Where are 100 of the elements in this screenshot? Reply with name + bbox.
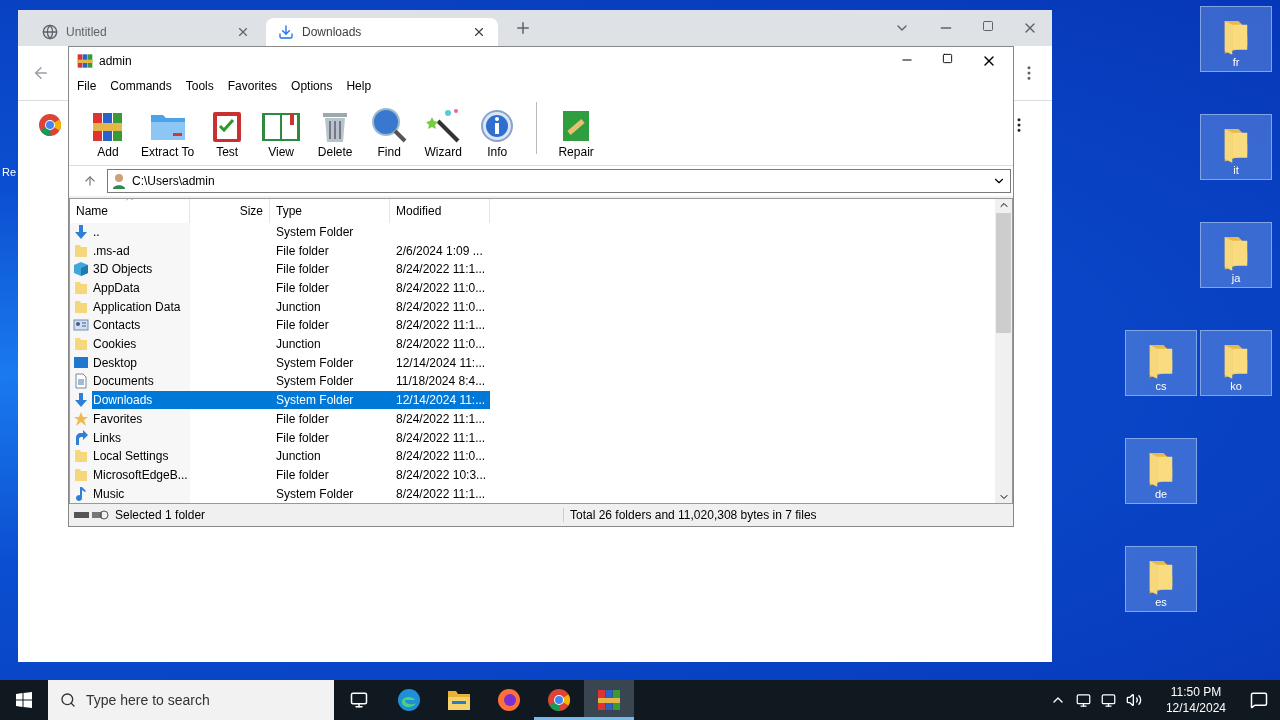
- table-cell-text: 8/24/2022 11:0...: [395, 336, 487, 354]
- menu-item[interactable]: Help: [346, 79, 372, 93]
- table-cell-text: 11/18/2024 8:4...: [395, 373, 487, 391]
- desktop-folder[interactable]: de: [1125, 438, 1197, 504]
- browser-tab[interactable]: Untitled: [30, 18, 262, 46]
- address-field[interactable]: C:\Users\admin: [107, 169, 1011, 193]
- file-row[interactable]: Favorites File folder 8/24/2022 11:1...: [92, 409, 490, 429]
- column-header[interactable]: Type: [270, 199, 390, 223]
- file-row[interactable]: Desktop System Folder 12/14/2024 11:...: [92, 353, 490, 373]
- menu-item[interactable]: Tools: [185, 79, 214, 93]
- toolbar-button[interactable]: Wizard: [420, 107, 467, 159]
- file-row[interactable]: Contacts File folder 8/24/2022 11:1...: [92, 316, 490, 335]
- desktop-folder[interactable]: cs: [1125, 330, 1197, 396]
- column-header[interactable]: Modified: [390, 199, 490, 223]
- folder-icon: [73, 336, 89, 353]
- toolbar-button[interactable]: Find: [366, 107, 413, 159]
- desktop-folder[interactable]: fr: [1200, 6, 1272, 72]
- table-cell-text: 2/6/2024 1:09 ...: [395, 242, 484, 260]
- table-cell-text: Junction: [275, 298, 322, 316]
- table-cell: Desktop: [92, 353, 190, 373]
- file-row[interactable]: .ms-ad File folder 2/6/2024 1:09 ...: [92, 241, 490, 260]
- star-icon: [73, 410, 89, 427]
- desktop-folder[interactable]: it: [1200, 114, 1272, 180]
- windows-logo-icon: [16, 692, 32, 708]
- table-cell-text: 8/24/2022 11:1...: [395, 317, 487, 335]
- column-header[interactable]: Size: [190, 199, 270, 223]
- file-row[interactable]: Cookies Junction 8/24/2022 11:0...: [92, 334, 490, 354]
- table-cell-text: 12/14/2024 11:...: [395, 354, 487, 372]
- info-icon: [480, 109, 515, 143]
- window-title: admin: [99, 54, 132, 68]
- table-cell-text: System Folder: [275, 485, 355, 503]
- file-row[interactable]: Music System Folder 8/24/2022 11:1...: [92, 484, 490, 503]
- table-cell-text: 12/14/2024 11:...: [395, 392, 487, 410]
- table-cell: Contacts: [92, 316, 190, 335]
- file-row[interactable]: AppData File folder 8/24/2022 11:0...: [92, 278, 490, 298]
- close-icon[interactable]: [472, 25, 486, 39]
- table-cell: Documents: [92, 372, 190, 391]
- column-header[interactable]: Name: [70, 199, 190, 223]
- desktop-folder[interactable]: es: [1125, 546, 1197, 612]
- file-row[interactable]: Links File folder 8/24/2022 11:1...: [92, 428, 490, 447]
- toolbar-button[interactable]: Add: [85, 109, 131, 159]
- toolbar-button[interactable]: Delete: [312, 109, 359, 159]
- search-field[interactable]: Type here to search: [48, 680, 334, 720]
- browser-tab[interactable]: Downloads: [266, 18, 498, 46]
- up-arrow-icon[interactable]: [83, 174, 97, 188]
- menu-item[interactable]: File: [77, 79, 97, 93]
- drive-icon: [73, 509, 109, 521]
- toolbar-button[interactable]: Info: [474, 109, 521, 159]
- toolbar-button[interactable]: Test: [204, 109, 251, 159]
- table-cell-text: Downloads: [92, 392, 154, 410]
- magnifier-icon: [370, 107, 409, 143]
- contact-card-icon: [73, 317, 89, 334]
- folder-icon: [73, 448, 89, 465]
- folder-icon: [447, 688, 471, 711]
- download-icon: [278, 24, 294, 40]
- back-icon[interactable]: [32, 64, 50, 82]
- file-row[interactable]: MicrosoftEdgeB... File folder 8/24/2022 10:3...: [92, 465, 490, 485]
- desktop-folder[interactable]: ja: [1200, 222, 1272, 288]
- table-cell-text: File folder: [275, 242, 330, 260]
- table-cell-text: 8/24/2022 11:1...: [395, 485, 487, 503]
- toolbar-button[interactable]: View: [258, 109, 305, 159]
- file-row[interactable]: Local Settings Junction 8/24/2022 11:0...: [92, 446, 490, 466]
- desktop-icon-label: Re: [2, 166, 17, 178]
- maximize-icon[interactable]: [942, 53, 953, 64]
- table-cell-text: File folder: [275, 317, 330, 335]
- user-icon: [112, 173, 126, 189]
- desktop-folder[interactable]: ko: [1200, 330, 1272, 396]
- table-cell: Favorites: [92, 409, 190, 429]
- speaker-icon[interactable]: [1125, 692, 1142, 708]
- notifications-icon[interactable]: [1250, 691, 1268, 709]
- clock[interactable]: 11:50 PM 12/14/2024: [1165, 684, 1226, 716]
- repair-book-icon: [561, 109, 592, 143]
- toolbar-button[interactable]: Extract To: [139, 109, 197, 159]
- search-icon: [60, 692, 76, 708]
- table-cell-text: System Folder: [275, 223, 355, 241]
- taskbar-app[interactable]: [584, 680, 634, 720]
- menu-item[interactable]: Favorites: [227, 79, 278, 93]
- table-cell-text: File folder: [275, 429, 330, 447]
- file-row[interactable]: .. System Folder: [92, 222, 490, 242]
- table-cell-text: 8/24/2022 11:0...: [395, 298, 487, 316]
- status-text: Total 26 folders and 11,020,308 bytes in 7 files: [563, 508, 817, 522]
- menu-item[interactable]: Commands: [110, 79, 172, 93]
- checklist-icon: [211, 109, 244, 143]
- monitor-icon: [73, 354, 89, 371]
- new-tab-icon[interactable]: [514, 19, 532, 37]
- globe-icon: [42, 24, 58, 40]
- file-row[interactable]: Application Data Junction 8/24/2022 11:0...: [92, 297, 490, 317]
- table-cell-text: File folder: [275, 261, 330, 279]
- down-arrow-icon: [73, 392, 89, 409]
- menu-item[interactable]: Options: [291, 79, 333, 93]
- file-row[interactable]: 3D Objects File folder 8/24/2022 11:1...: [92, 260, 490, 279]
- scrollbar[interactable]: [995, 199, 1012, 503]
- table-cell: Links: [92, 428, 190, 447]
- chrome-icon: [38, 113, 62, 137]
- table-cell-text: Junction: [275, 448, 322, 466]
- toolbar-button[interactable]: Repair: [553, 109, 600, 159]
- file-row[interactable]: Documents System Folder 11/18/2024 8:4...: [92, 372, 490, 391]
- file-row[interactable]: Downloads System Folder 12/14/2024 11:...: [92, 390, 490, 410]
- chrome-icon: [547, 687, 571, 712]
- table-cell: .ms-ad: [92, 241, 190, 260]
